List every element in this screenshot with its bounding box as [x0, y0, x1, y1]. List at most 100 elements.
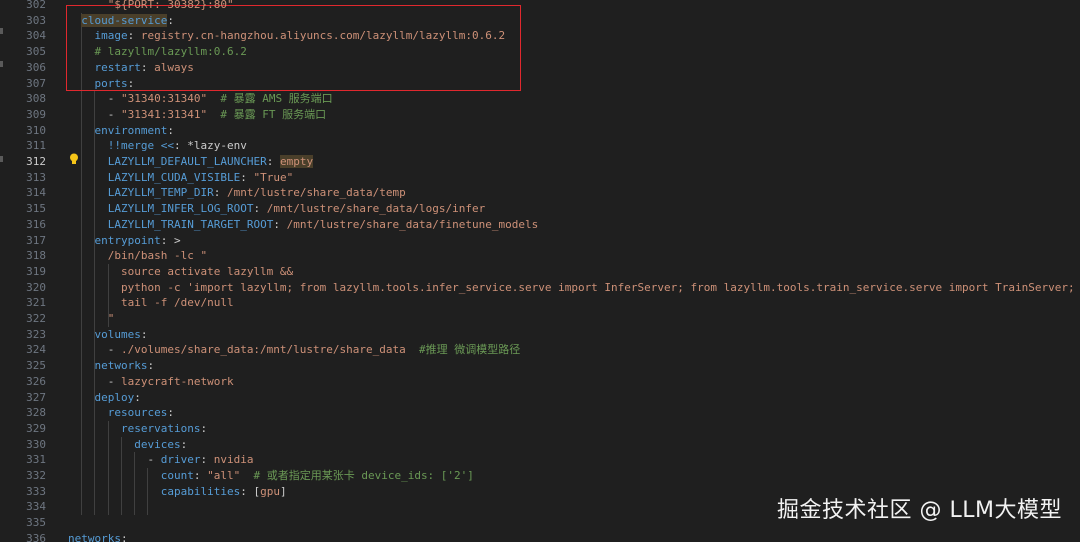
code-line[interactable]: 329 reservations: — [0, 421, 1080, 437]
gutter-marker — [0, 156, 3, 162]
code-line[interactable]: 330 devices: — [0, 437, 1080, 453]
code-line[interactable]: 320 python -c 'import lazyllm; from lazy… — [0, 280, 1080, 296]
code-line[interactable]: 314 LAZYLLM_TEMP_DIR: /mnt/lustre/share_… — [0, 185, 1080, 201]
code-token: cloud-service — [81, 13, 168, 27]
code-line[interactable]: 318 /bin/bash -lc " — [0, 248, 1080, 264]
line-number: 325 — [26, 359, 46, 373]
code-line[interactable]: 334 — [0, 499, 1080, 515]
code-line[interactable]: 315 LAZYLLM_INFER_LOG_ROOT: /mnt/lustre/… — [0, 201, 1080, 217]
code-line[interactable]: 325 networks: — [0, 358, 1080, 374]
line-number: 303 — [26, 13, 46, 27]
code-token: capabilities — [160, 484, 241, 498]
line-number: 322 — [26, 312, 46, 325]
code-token: : — [127, 29, 141, 43]
code-text: - ./volumes/share_data:/mnt/lustre/share… — [68, 342, 521, 358]
code-token: : — [134, 390, 141, 404]
code-line[interactable]: 309 - "31341:31341" # 暴露 FT 服务端口 — [0, 107, 1080, 123]
code-line[interactable]: 326 - lazycraft-network — [0, 374, 1080, 390]
code-token: ports — [94, 76, 128, 90]
code-token: !!merge — [107, 139, 155, 153]
line-number: 329 — [26, 421, 46, 435]
code-token: : — [140, 60, 155, 74]
code-line[interactable]: 307 ports: — [0, 76, 1080, 92]
line-number: 334 — [26, 500, 46, 514]
code-token: devices — [134, 437, 181, 451]
code-line[interactable]: 327 deploy: — [0, 390, 1080, 406]
line-number: 316 — [26, 217, 46, 231]
code-editor[interactable]: 掘金技术社区 @ LLM大模型 302 "${PORT: 30382}:80" 3… — [0, 0, 1080, 542]
code-line[interactable]: 321 tail -f /dev/null — [0, 295, 1080, 311]
code-token: : — [120, 531, 128, 542]
code-line[interactable]: 331 - driver: nvidia — [0, 452, 1080, 468]
code-token: volumes — [94, 327, 141, 341]
code-token: - — [68, 343, 121, 357]
code-line[interactable]: 322 " — [0, 311, 1080, 327]
code-token: /mnt/lustre/share_data/finetune_models — [286, 217, 539, 231]
code-text: - "31341:31341" # 暴露 FT 服务端口 — [68, 107, 326, 123]
line-number: 312 — [26, 155, 46, 168]
code-line[interactable]: 317 entrypoint: > — [0, 233, 1080, 249]
code-line[interactable]: 316 LAZYLLM_TRAIN_TARGET_ROOT: /mnt/lust… — [0, 217, 1080, 233]
code-text: ports: — [68, 76, 135, 92]
code-line[interactable]: 335 — [0, 515, 1080, 531]
code-line[interactable]: 305 # lazyllm/lazyllm:0.6.2 — [0, 44, 1080, 60]
line-number: 308 — [26, 92, 46, 106]
code-line[interactable]: 308 - "31340:31340" # 暴露 AMS 服务端口 — [0, 91, 1080, 107]
code-text: - driver: nvidia — [68, 452, 253, 468]
code-token: #推理 微调模型路径 — [419, 343, 521, 357]
line-number: 302 — [26, 0, 46, 11]
code-line[interactable]: 319 source activate lazyllm && — [0, 264, 1080, 280]
line-number: 332 — [26, 469, 46, 482]
code-line[interactable]: 332 count: "all" # 或者指定用某张卡 device_ids: … — [0, 468, 1080, 484]
code-token: : — [180, 437, 188, 451]
line-number: 318 — [26, 249, 46, 263]
code-line[interactable]: 310 environment: — [0, 123, 1080, 139]
code-token: : — [167, 406, 174, 420]
code-line[interactable]: 304 image: registry.cn-hangzhou.aliyuncs… — [0, 28, 1080, 44]
code-line[interactable]: 324 - ./volumes/share_data:/mnt/lustre/s… — [0, 342, 1080, 358]
line-number: 320 — [26, 280, 46, 294]
code-text: /bin/bash -lc " — [68, 248, 207, 264]
code-line[interactable]: 328 resources: — [0, 405, 1080, 421]
code-text: networks: — [68, 531, 128, 542]
code-line[interactable]: 312 LAZYLLM_DEFAULT_LAUNCHER: empty — [0, 154, 1080, 170]
code-token: # 暴露 AMS 服务端口 — [220, 92, 333, 106]
code-token: networks — [94, 359, 148, 373]
code-line[interactable]: 302 "${PORT: 30382}:80" — [0, 0, 1080, 13]
code-line[interactable]: 323 volumes: — [0, 327, 1080, 343]
code-token: : — [140, 327, 148, 341]
code-line[interactable]: 306 restart: always — [0, 60, 1080, 76]
code-token: resources — [107, 406, 168, 420]
code-line[interactable]: 333 capabilities: [gpu] — [0, 484, 1080, 500]
code-token: : — [273, 217, 287, 231]
code-token: - — [68, 374, 121, 388]
code-token: source activate lazyllm && — [120, 264, 294, 278]
code-line[interactable]: 336 networks: — [0, 531, 1080, 542]
code-text: entrypoint: > — [68, 233, 181, 249]
code-line[interactable]: 311 !!merge <<: *lazy-env — [0, 138, 1080, 154]
code-token: : *lazy-env — [173, 139, 247, 153]
code-text: LAZYLLM_DEFAULT_LAUNCHER: empty — [68, 154, 314, 170]
code-text: LAZYLLM_INFER_LOG_ROOT: /mnt/lustre/shar… — [68, 201, 486, 217]
code-line[interactable]: 313 LAZYLLM_CUDA_VISIBLE: "True" — [0, 170, 1080, 186]
code-text: cloud-service: — [68, 13, 174, 29]
code-line[interactable]: 303 cloud-service: — [0, 13, 1080, 29]
code-text: restart: always — [68, 60, 194, 76]
code-token: LAZYLLM_CUDA_VISIBLE — [107, 170, 241, 184]
line-number: 328 — [26, 406, 46, 420]
